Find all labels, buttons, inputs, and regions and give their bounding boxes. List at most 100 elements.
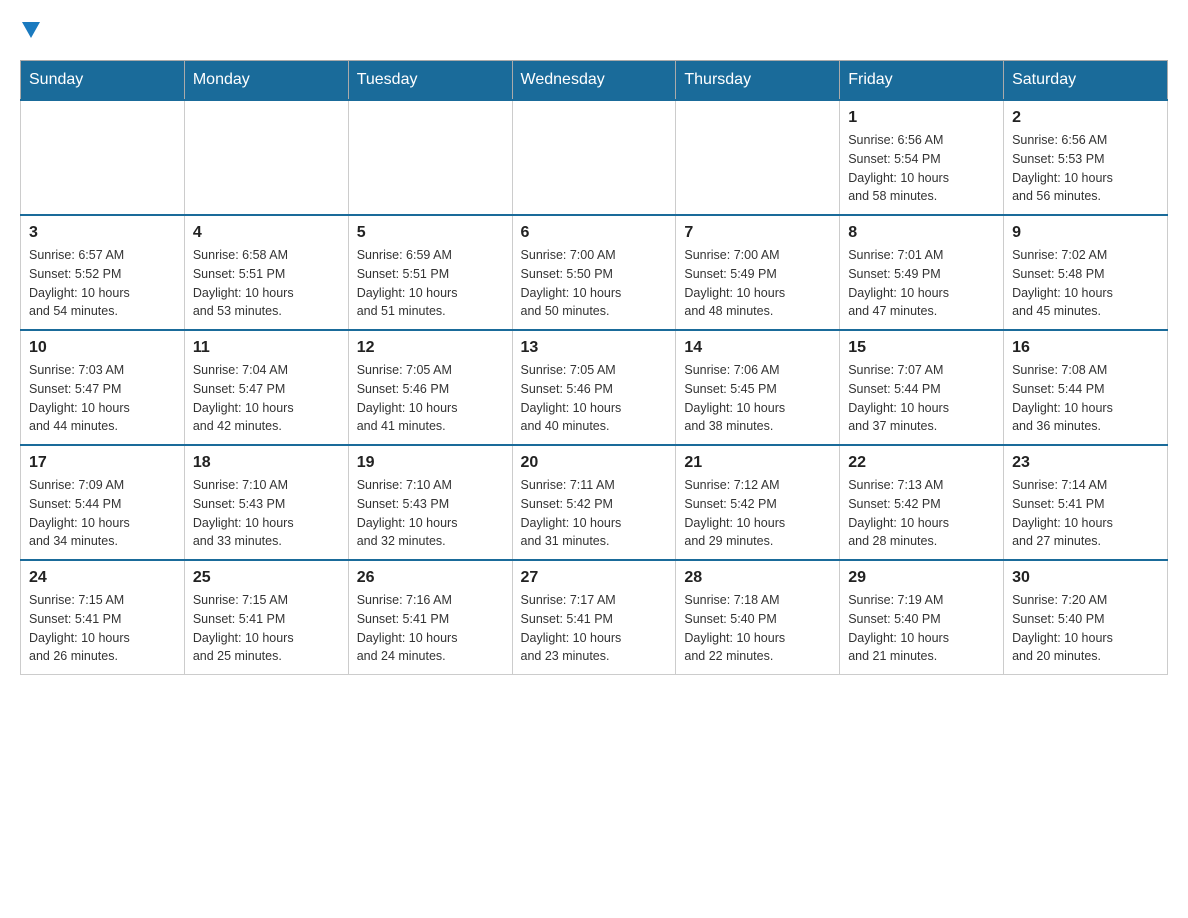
day-info: Sunrise: 7:11 AM Sunset: 5:42 PM Dayligh… <box>521 476 668 551</box>
day-number: 29 <box>848 569 995 587</box>
day-number: 4 <box>193 224 340 242</box>
day-number: 14 <box>684 339 831 357</box>
day-number: 18 <box>193 454 340 472</box>
calendar-cell: 14 Sunrise: 7:06 AM Sunset: 5:45 PM Dayli… <box>676 330 840 445</box>
day-number: 8 <box>848 224 995 242</box>
calendar-cell: 18 Sunrise: 7:10 AM Sunset: 5:43 PM Dayli… <box>184 445 348 560</box>
day-number: 26 <box>357 569 504 587</box>
calendar-cell: 5 Sunrise: 6:59 AM Sunset: 5:51 PM Daylig… <box>348 215 512 330</box>
day-info: Sunrise: 7:09 AM Sunset: 5:44 PM Dayligh… <box>29 476 176 551</box>
week-row-4: 17 Sunrise: 7:09 AM Sunset: 5:44 PM Dayli… <box>21 445 1168 560</box>
day-info: Sunrise: 7:03 AM Sunset: 5:47 PM Dayligh… <box>29 361 176 436</box>
calendar-cell: 12 Sunrise: 7:05 AM Sunset: 5:46 PM Dayli… <box>348 330 512 445</box>
calendar-cell: 11Sunrise: 7:04 AM Sunset: 5:47 PM Dayli… <box>184 330 348 445</box>
day-number: 23 <box>1012 454 1159 472</box>
calendar-cell <box>21 100 185 215</box>
calendar-cell: 13Sunrise: 7:05 AM Sunset: 5:46 PM Dayli… <box>512 330 676 445</box>
weekday-header-friday: Friday <box>840 61 1004 101</box>
calendar-cell: 3 Sunrise: 6:57 AM Sunset: 5:52 PM Daylig… <box>21 215 185 330</box>
calendar-cell: 26 Sunrise: 7:16 AM Sunset: 5:41 PM Dayli… <box>348 560 512 675</box>
day-info: Sunrise: 7:10 AM Sunset: 5:43 PM Dayligh… <box>357 476 504 551</box>
day-number: 15 <box>848 339 995 357</box>
calendar-cell: 15 Sunrise: 7:07 AM Sunset: 5:44 PM Dayli… <box>840 330 1004 445</box>
calendar-cell <box>676 100 840 215</box>
week-row-1: 1 Sunrise: 6:56 AM Sunset: 5:54 PM Daylig… <box>21 100 1168 215</box>
day-number: 1 <box>848 109 995 127</box>
day-number: 20 <box>521 454 668 472</box>
calendar-cell: 21Sunrise: 7:12 AM Sunset: 5:42 PM Dayli… <box>676 445 840 560</box>
weekday-header-saturday: Saturday <box>1004 61 1168 101</box>
day-number: 25 <box>193 569 340 587</box>
calendar-cell: 19 Sunrise: 7:10 AM Sunset: 5:43 PM Dayli… <box>348 445 512 560</box>
day-info: Sunrise: 7:10 AM Sunset: 5:43 PM Dayligh… <box>193 476 340 551</box>
day-number: 10 <box>29 339 176 357</box>
week-row-3: 10 Sunrise: 7:03 AM Sunset: 5:47 PM Dayli… <box>21 330 1168 445</box>
day-number: 5 <box>357 224 504 242</box>
calendar-cell: 2Sunrise: 6:56 AM Sunset: 5:53 PM Daylig… <box>1004 100 1168 215</box>
day-number: 27 <box>521 569 668 587</box>
day-number: 19 <box>357 454 504 472</box>
day-info: Sunrise: 7:16 AM Sunset: 5:41 PM Dayligh… <box>357 591 504 666</box>
calendar-cell: 23 Sunrise: 7:14 AM Sunset: 5:41 PM Dayli… <box>1004 445 1168 560</box>
day-number: 7 <box>684 224 831 242</box>
day-info: Sunrise: 7:02 AM Sunset: 5:48 PM Dayligh… <box>1012 246 1159 321</box>
day-number: 3 <box>29 224 176 242</box>
calendar-cell: 4 Sunrise: 6:58 AM Sunset: 5:51 PM Daylig… <box>184 215 348 330</box>
calendar-cell: 9 Sunrise: 7:02 AM Sunset: 5:48 PM Daylig… <box>1004 215 1168 330</box>
day-info: Sunrise: 7:05 AM Sunset: 5:46 PM Dayligh… <box>357 361 504 436</box>
calendar-cell: 16Sunrise: 7:08 AM Sunset: 5:44 PM Dayli… <box>1004 330 1168 445</box>
logo-triangle-icon <box>22 22 40 40</box>
calendar-cell: 24 Sunrise: 7:15 AM Sunset: 5:41 PM Dayli… <box>21 560 185 675</box>
calendar-cell: 6Sunrise: 7:00 AM Sunset: 5:50 PM Daylig… <box>512 215 676 330</box>
calendar-cell: 22 Sunrise: 7:13 AM Sunset: 5:42 PM Dayli… <box>840 445 1004 560</box>
day-info: Sunrise: 7:00 AM Sunset: 5:49 PM Dayligh… <box>684 246 831 321</box>
page-header <box>20 20 1168 40</box>
calendar-cell <box>512 100 676 215</box>
day-info: Sunrise: 7:13 AM Sunset: 5:42 PM Dayligh… <box>848 476 995 551</box>
day-info: Sunrise: 7:20 AM Sunset: 5:40 PM Dayligh… <box>1012 591 1159 666</box>
calendar-cell: 27 Sunrise: 7:17 AM Sunset: 5:41 PM Dayli… <box>512 560 676 675</box>
day-number: 28 <box>684 569 831 587</box>
day-number: 17 <box>29 454 176 472</box>
weekday-header-tuesday: Tuesday <box>348 61 512 101</box>
day-info: Sunrise: 7:17 AM Sunset: 5:41 PM Dayligh… <box>521 591 668 666</box>
day-number: 2 <box>1012 109 1159 127</box>
weekday-header-thursday: Thursday <box>676 61 840 101</box>
day-number: 9 <box>1012 224 1159 242</box>
day-info: Sunrise: 7:19 AM Sunset: 5:40 PM Dayligh… <box>848 591 995 666</box>
day-info: Sunrise: 6:56 AM Sunset: 5:54 PM Dayligh… <box>848 131 995 206</box>
day-number: 13 <box>521 339 668 357</box>
calendar-cell <box>184 100 348 215</box>
day-info: Sunrise: 6:59 AM Sunset: 5:51 PM Dayligh… <box>357 246 504 321</box>
calendar-cell: 17 Sunrise: 7:09 AM Sunset: 5:44 PM Dayli… <box>21 445 185 560</box>
calendar-cell: 29 Sunrise: 7:19 AM Sunset: 5:40 PM Dayli… <box>840 560 1004 675</box>
calendar-cell: 8 Sunrise: 7:01 AM Sunset: 5:49 PM Daylig… <box>840 215 1004 330</box>
weekday-header-monday: Monday <box>184 61 348 101</box>
week-row-5: 24 Sunrise: 7:15 AM Sunset: 5:41 PM Dayli… <box>21 560 1168 675</box>
weekday-header-wednesday: Wednesday <box>512 61 676 101</box>
day-info: Sunrise: 7:07 AM Sunset: 5:44 PM Dayligh… <box>848 361 995 436</box>
calendar-cell: 10 Sunrise: 7:03 AM Sunset: 5:47 PM Dayli… <box>21 330 185 445</box>
day-info: Sunrise: 6:57 AM Sunset: 5:52 PM Dayligh… <box>29 246 176 321</box>
calendar-cell: 25 Sunrise: 7:15 AM Sunset: 5:41 PM Dayli… <box>184 560 348 675</box>
calendar-cell: 20 Sunrise: 7:11 AM Sunset: 5:42 PM Dayli… <box>512 445 676 560</box>
day-number: 21 <box>684 454 831 472</box>
day-info: Sunrise: 7:14 AM Sunset: 5:41 PM Dayligh… <box>1012 476 1159 551</box>
day-info: Sunrise: 7:15 AM Sunset: 5:41 PM Dayligh… <box>193 591 340 666</box>
day-info: Sunrise: 7:00 AM Sunset: 5:50 PM Dayligh… <box>521 246 668 321</box>
day-number: 11 <box>193 339 340 357</box>
calendar-cell: 7 Sunrise: 7:00 AM Sunset: 5:49 PM Daylig… <box>676 215 840 330</box>
day-number: 12 <box>357 339 504 357</box>
day-info: Sunrise: 7:06 AM Sunset: 5:45 PM Dayligh… <box>684 361 831 436</box>
calendar-cell <box>348 100 512 215</box>
day-info: Sunrise: 7:15 AM Sunset: 5:41 PM Dayligh… <box>29 591 176 666</box>
day-info: Sunrise: 6:58 AM Sunset: 5:51 PM Dayligh… <box>193 246 340 321</box>
calendar-table: SundayMondayTuesdayWednesdayThursdayFrid… <box>20 60 1168 675</box>
day-number: 22 <box>848 454 995 472</box>
day-number: 16 <box>1012 339 1159 357</box>
day-number: 24 <box>29 569 176 587</box>
calendar-cell: 28 Sunrise: 7:18 AM Sunset: 5:40 PM Dayli… <box>676 560 840 675</box>
day-info: Sunrise: 7:18 AM Sunset: 5:40 PM Dayligh… <box>684 591 831 666</box>
day-info: Sunrise: 7:01 AM Sunset: 5:49 PM Dayligh… <box>848 246 995 321</box>
logo <box>20 20 40 40</box>
